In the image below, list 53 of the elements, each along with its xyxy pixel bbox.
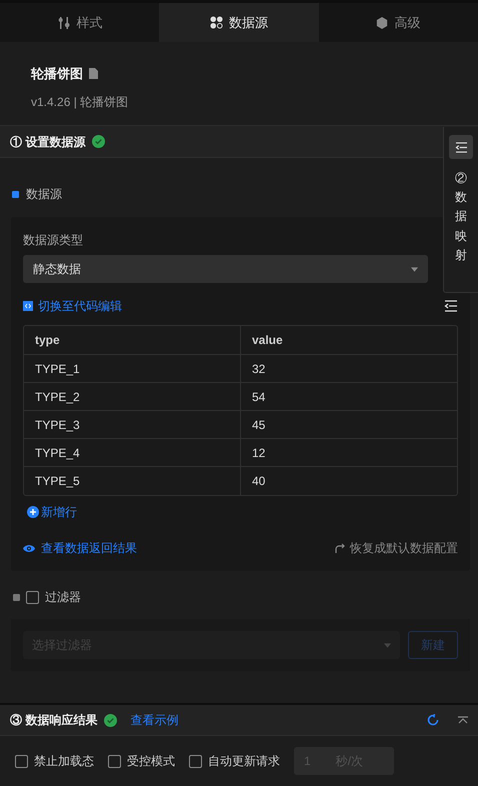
tab[interactable]: 数据源 bbox=[159, 3, 319, 42]
view-result-link[interactable]: 查看数据返回结果 bbox=[23, 539, 137, 557]
column-header: value bbox=[251, 332, 284, 349]
table-cell[interactable]: TYPE_2 bbox=[24, 383, 241, 410]
component-version: v1.4.26 | 轮播饼图 bbox=[31, 94, 130, 110]
cube-icon bbox=[376, 16, 388, 28]
redo-icon bbox=[334, 542, 345, 554]
table-cell[interactable]: 12 bbox=[241, 439, 457, 466]
option-label: 禁止加载态 bbox=[34, 753, 94, 770]
collapse-icon bbox=[454, 142, 468, 152]
section-marker bbox=[12, 190, 19, 198]
example-link[interactable]: 查看示例 bbox=[130, 711, 178, 729]
add-row-button[interactable]: 新增行 bbox=[27, 503, 77, 521]
section-title: ③ 数据响应结果 bbox=[10, 712, 98, 729]
tab[interactable]: 样式 bbox=[0, 3, 160, 42]
caret-icon bbox=[384, 642, 391, 648]
code-edit-link[interactable]: 切换至代码编辑 bbox=[23, 297, 122, 315]
field-label: 数据源 bbox=[26, 186, 62, 203]
plus-circle-icon bbox=[27, 506, 39, 518]
option-checkbox[interactable] bbox=[15, 754, 28, 768]
restore-default-button[interactable]: 恢复成默认数据配置 bbox=[334, 539, 458, 557]
option-label: 自动更新请求 bbox=[208, 753, 280, 770]
code-icon bbox=[23, 301, 33, 311]
caret-icon bbox=[411, 266, 418, 272]
column-header: type bbox=[24, 326, 241, 354]
option-checkbox[interactable] bbox=[189, 754, 202, 768]
collapse-icon[interactable] bbox=[444, 300, 458, 312]
field-label: 过滤器 bbox=[45, 589, 81, 606]
filter-checkbox[interactable] bbox=[26, 590, 39, 604]
refresh-icon[interactable] bbox=[427, 714, 439, 726]
section-title: ① 设置数据源 bbox=[10, 134, 86, 150]
table-cell[interactable]: TYPE_4 bbox=[24, 439, 241, 466]
option-checkbox[interactable] bbox=[108, 754, 121, 768]
document-icon[interactable] bbox=[89, 68, 98, 80]
tab[interactable]: 高级 bbox=[318, 3, 478, 42]
section-marker bbox=[13, 594, 20, 600]
data-mapping-tab[interactable]: ②数据映射 bbox=[455, 169, 467, 265]
table-cell[interactable]: TYPE_3 bbox=[24, 411, 241, 438]
sliders-icon bbox=[56, 16, 71, 30]
field-label: 数据源类型 bbox=[23, 232, 84, 249]
apps-icon bbox=[210, 16, 223, 29]
option-label: 受控模式 bbox=[127, 753, 175, 770]
table-cell[interactable]: 32 bbox=[241, 355, 457, 382]
datasource-type-select[interactable]: 静态数据 bbox=[23, 255, 428, 283]
collapse-up-icon[interactable] bbox=[458, 716, 468, 724]
table-cell[interactable]: 45 bbox=[241, 411, 457, 438]
table-cell[interactable]: 40 bbox=[241, 467, 457, 495]
table-cell[interactable]: TYPE_1 bbox=[24, 355, 241, 382]
table-cell[interactable]: 54 bbox=[241, 383, 457, 410]
panel-toggle-button[interactable] bbox=[449, 135, 473, 159]
eye-icon bbox=[23, 544, 35, 552]
component-title: 轮播饼图 bbox=[31, 65, 83, 83]
table-cell[interactable]: TYPE_5 bbox=[24, 467, 241, 495]
